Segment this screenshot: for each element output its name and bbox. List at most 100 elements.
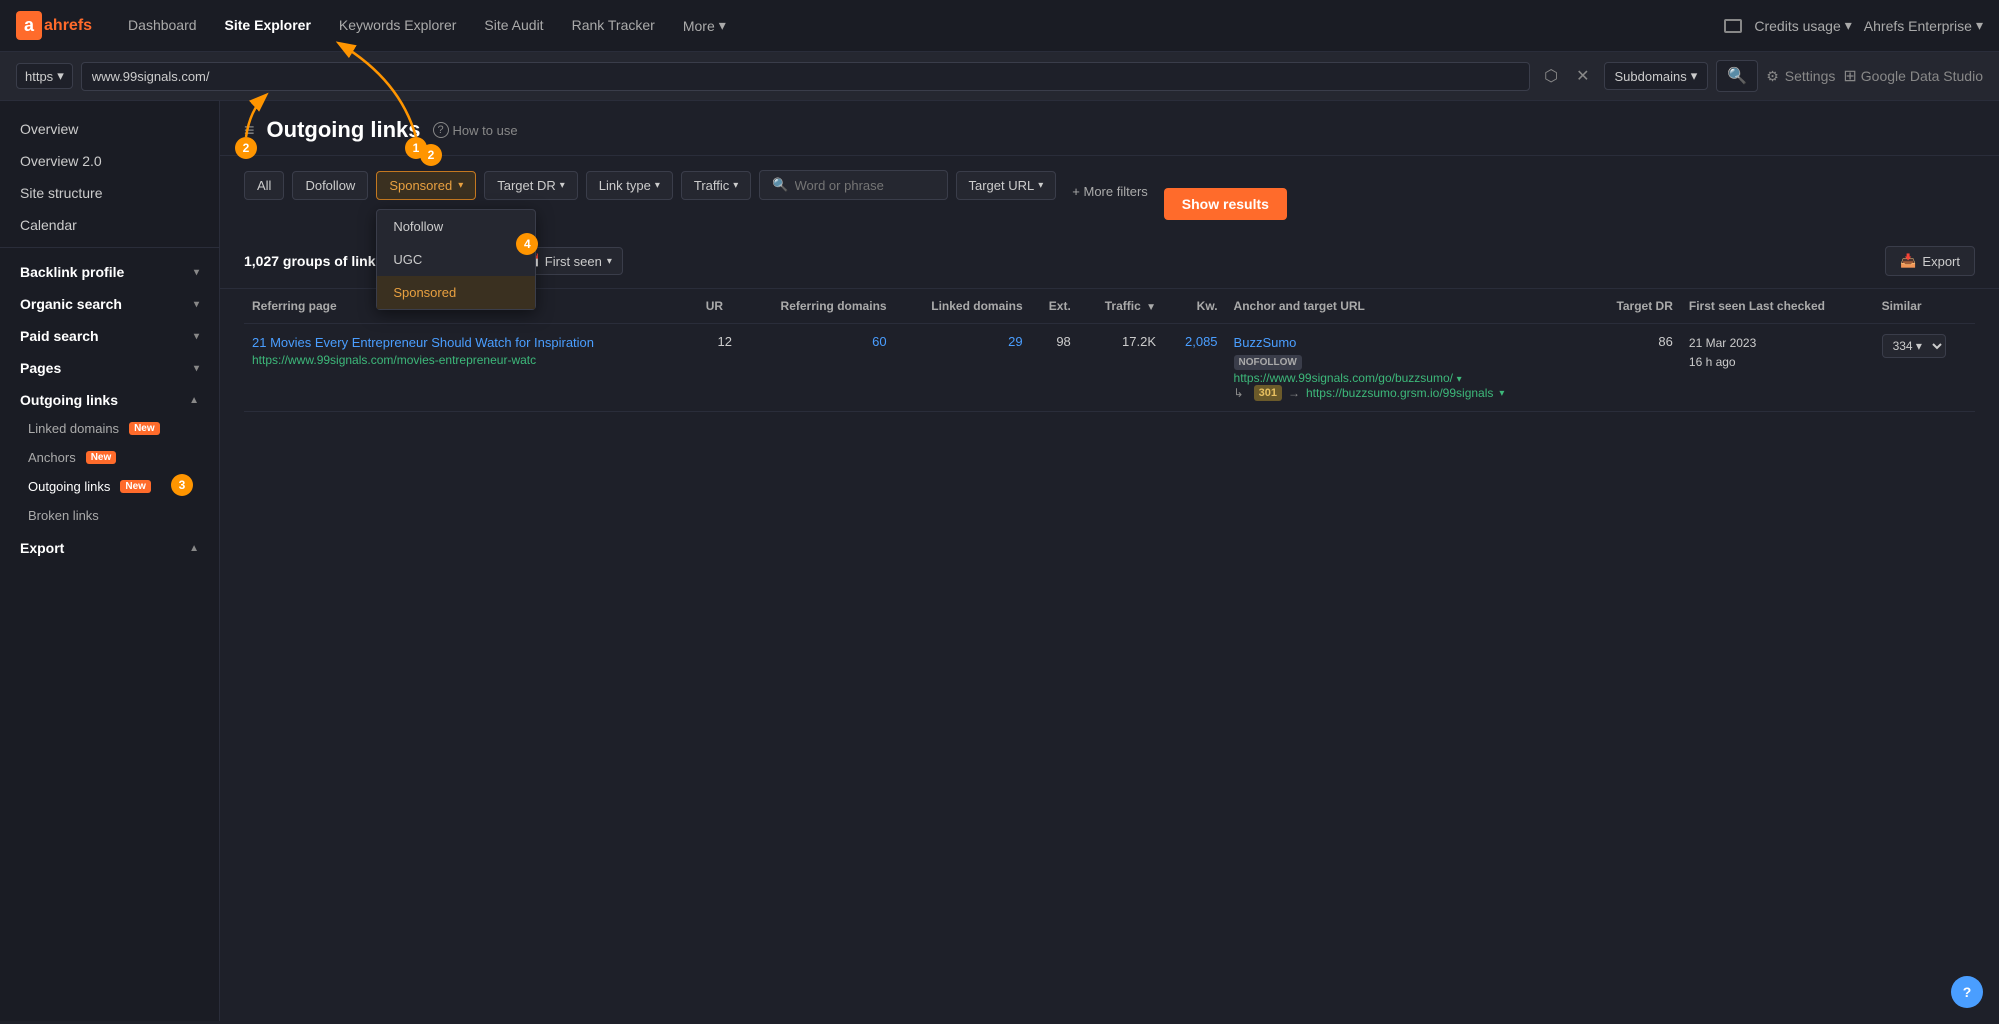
search-phrase-input[interactable] bbox=[795, 178, 935, 193]
more-filters-btn[interactable]: + More filters bbox=[1064, 178, 1156, 205]
chevron-up-icon-outgoing: ▲ bbox=[189, 395, 199, 406]
protocol-label: https bbox=[25, 69, 53, 84]
sidebar-item-overview-2[interactable]: Overview 2.0 bbox=[0, 145, 219, 177]
gear-icon: ⚙ bbox=[1766, 68, 1779, 85]
page-url[interactable]: https://www.99signals.com/movies-entrepr… bbox=[252, 353, 536, 367]
similar-select[interactable]: 334 ▾ bbox=[1882, 334, 1946, 358]
gds-btn[interactable]: ⊞ Google Data Studio bbox=[1843, 66, 1983, 86]
sidebar-item-overview[interactable]: Overview bbox=[0, 113, 219, 145]
nav-site-audit[interactable]: Site Audit bbox=[472, 11, 555, 40]
td-referring-domains[interactable]: 60 bbox=[740, 324, 895, 412]
td-target-dr: 86 bbox=[1589, 324, 1681, 412]
credits-usage-label: Credits usage bbox=[1754, 18, 1840, 34]
nav-more[interactable]: More ▾ bbox=[671, 11, 738, 40]
td-ext: 98 bbox=[1031, 324, 1079, 412]
protocol-select[interactable]: https ▾ bbox=[16, 63, 73, 89]
th-anchor: Anchor and target URL bbox=[1226, 289, 1590, 324]
nav-keywords-explorer[interactable]: Keywords Explorer bbox=[327, 11, 469, 40]
th-referring-domains: Referring domains bbox=[740, 289, 895, 324]
settings-btn[interactable]: ⚙ Settings bbox=[1766, 68, 1835, 85]
nav-rank-tracker[interactable]: Rank Tracker bbox=[560, 11, 667, 40]
help-btn[interactable]: ? bbox=[1951, 976, 1983, 1008]
filter-target-dr-btn[interactable]: Target DR ▾ bbox=[484, 171, 578, 200]
sidebar-sub-broken-links[interactable]: Broken links bbox=[0, 501, 219, 530]
filter-bar: 2 All Dofollow Sponsored ▾ Nofollow UGC … bbox=[220, 156, 1999, 234]
sidebar-item-site-structure[interactable]: Site structure bbox=[0, 177, 219, 209]
logo[interactable]: a ahrefs bbox=[16, 11, 92, 40]
filter-target-url-btn[interactable]: Target URL ▾ bbox=[956, 171, 1057, 200]
target-url[interactable]: https://www.99signals.com/go/buzzsumo/ bbox=[1234, 371, 1453, 385]
table-row: 21 Movies Every Entrepreneur Should Watc… bbox=[244, 324, 1975, 412]
sidebar-section-backlink[interactable]: Backlink profile ▾ bbox=[0, 254, 219, 286]
filter-link-type-btn[interactable]: Link type ▾ bbox=[586, 171, 673, 200]
arrow-right-icon: → bbox=[1288, 386, 1300, 400]
export-icon: 📥 bbox=[1900, 253, 1916, 269]
url-bar: https ▾ ⬡ ✕ Subdomains ▾ 🔍 ⚙ Settings ⊞ … bbox=[0, 52, 1999, 101]
sidebar-section-export[interactable]: Export ▲ bbox=[0, 530, 219, 562]
settings-label: Settings bbox=[1785, 68, 1836, 84]
sidebar-section-organic[interactable]: Organic search ▾ bbox=[0, 286, 219, 318]
sidebar-sub-outgoing-links[interactable]: Outgoing links New 3 bbox=[0, 472, 219, 501]
sidebar-section-paid[interactable]: Paid search ▾ bbox=[0, 318, 219, 350]
chevron-down-icon-subdomains: ▾ bbox=[1691, 68, 1698, 84]
filter-dofollow-btn[interactable]: Dofollow bbox=[292, 171, 368, 200]
sidebar-item-calendar[interactable]: Calendar bbox=[0, 209, 219, 241]
page-title: Outgoing links bbox=[267, 117, 421, 143]
chevron-down-icon-protocol: ▾ bbox=[57, 68, 64, 84]
sidebar: Overview Overview 2.0 Site structure Cal… bbox=[0, 101, 220, 1021]
clear-url-btn[interactable]: ✕ bbox=[1570, 62, 1595, 90]
th-traffic[interactable]: Traffic ▼ bbox=[1079, 289, 1164, 324]
dropdown-nofollow[interactable]: Nofollow bbox=[377, 210, 535, 243]
td-kw[interactable]: 2,085 bbox=[1164, 324, 1226, 412]
chevron-down-icon: ▾ bbox=[719, 17, 726, 34]
top-nav: a ahrefs Dashboard Site Explorer Keyword… bbox=[0, 0, 1999, 52]
nav-site-explorer[interactable]: Site Explorer bbox=[213, 11, 323, 40]
question-icon: ? bbox=[433, 122, 449, 138]
th-first-seen: First seen Last checked bbox=[1681, 289, 1874, 324]
sidebar-section-outgoing[interactable]: Outgoing links ▲ bbox=[0, 382, 219, 414]
sidebar-section-pages[interactable]: Pages ▾ bbox=[0, 350, 219, 382]
how-to-use-btn[interactable]: ? How to use bbox=[433, 122, 518, 138]
divider-1 bbox=[0, 247, 219, 248]
enterprise-btn[interactable]: Ahrefs Enterprise ▾ bbox=[1864, 17, 1983, 34]
filter-sponsored-btn[interactable]: Sponsored ▾ bbox=[376, 171, 476, 200]
chevron-down-icon-credits: ▾ bbox=[1845, 17, 1852, 34]
chevron-down-icon-target-url: ▾ bbox=[1038, 180, 1043, 191]
first-seen-label: First seen bbox=[545, 254, 602, 269]
show-results-btn[interactable]: Show results bbox=[1164, 188, 1287, 220]
td-traffic: 17.2K bbox=[1079, 324, 1164, 412]
search-btn[interactable]: 🔍 bbox=[1716, 60, 1758, 92]
url-input[interactable] bbox=[81, 62, 1530, 91]
chevron-up-icon-export: ▲ bbox=[189, 543, 199, 554]
td-linked-domains[interactable]: 29 bbox=[895, 324, 1031, 412]
last-checked-date: 16 h ago bbox=[1689, 353, 1866, 372]
monitor-btn[interactable] bbox=[1724, 19, 1742, 33]
gds-label: Google Data Studio bbox=[1861, 68, 1983, 84]
redirect-target[interactable]: https://buzzsumo.grsm.io/99signals bbox=[1306, 386, 1493, 400]
dropdown-sponsored[interactable]: Sponsored bbox=[377, 276, 535, 309]
logo-text: ahrefs bbox=[44, 17, 92, 35]
filter-all-btn[interactable]: All bbox=[244, 171, 284, 200]
th-ur: UR bbox=[698, 289, 740, 324]
redirect-row: ↳ 301 → https://buzzsumo.grsm.io/99signa… bbox=[1234, 385, 1582, 401]
first-seen-date: 21 Mar 2023 bbox=[1689, 334, 1866, 353]
logo-icon: a bbox=[16, 11, 42, 40]
dropdown-ugc[interactable]: UGC bbox=[377, 243, 535, 276]
page-title-link[interactable]: 21 Movies Every Entrepreneur Should Watc… bbox=[252, 335, 594, 350]
new-badge-outgoing: New bbox=[120, 480, 151, 493]
subdomains-btn[interactable]: Subdomains ▾ bbox=[1604, 62, 1709, 90]
chevron-down-icon-paid: ▾ bbox=[194, 331, 199, 342]
gds-icon: ⊞ bbox=[1843, 66, 1856, 86]
sidebar-sub-linked-domains[interactable]: Linked domains New bbox=[0, 414, 219, 443]
hamburger-icon[interactable]: ≡ bbox=[244, 120, 255, 141]
anchor-text[interactable]: BuzzSumo bbox=[1234, 335, 1297, 350]
export-btn[interactable]: 📥 Export bbox=[1885, 246, 1975, 276]
sidebar-sub-anchors[interactable]: Anchors New bbox=[0, 443, 219, 472]
enterprise-label: Ahrefs Enterprise bbox=[1864, 18, 1972, 34]
nofollow-badge: NOFOLLOW bbox=[1234, 355, 1302, 370]
nav-dashboard[interactable]: Dashboard bbox=[116, 11, 209, 40]
external-link-btn[interactable]: ⬡ bbox=[1538, 62, 1564, 90]
credits-usage-btn[interactable]: Credits usage ▾ bbox=[1754, 17, 1851, 34]
filter-traffic-btn[interactable]: Traffic ▾ bbox=[681, 171, 751, 200]
url-actions: ⬡ ✕ bbox=[1538, 62, 1595, 90]
